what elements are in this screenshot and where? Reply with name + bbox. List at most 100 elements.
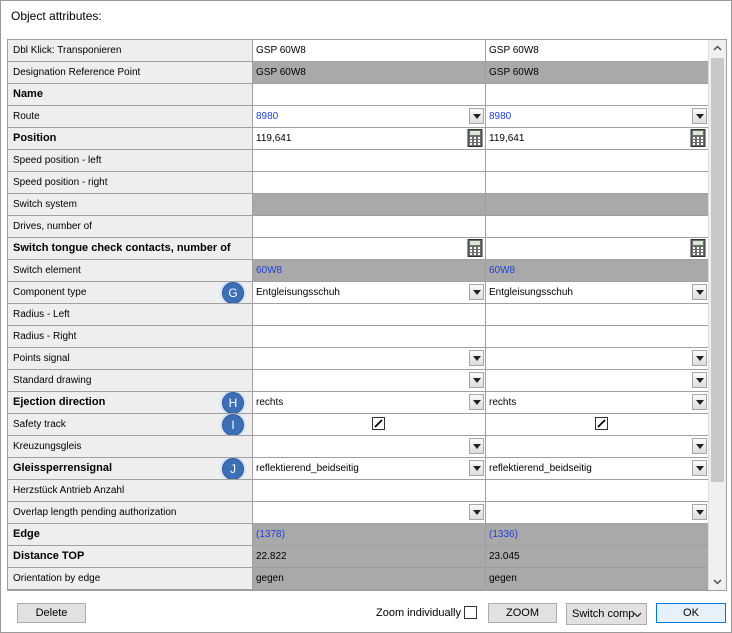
attribute-label-cell: Route [8,106,253,128]
attribute-label: Points signal [13,353,70,364]
attribute-value-cell[interactable] [253,480,486,502]
attribute-value-cell[interactable] [486,238,709,260]
attribute-row: Radius - Right [8,326,709,348]
attribute-value: reflektierend_beidseitig [489,463,592,474]
safety-track-checkbox[interactable] [372,417,385,430]
dropdown-arrow-icon [473,510,481,515]
attribute-value-cell: (1336) [486,524,709,546]
attribute-value-cell[interactable] [486,84,709,106]
dropdown-button[interactable] [692,284,707,300]
attribute-row: Standard drawing [8,370,709,392]
attribute-value-cell[interactable]: reflektierend_beidseitig [253,458,486,480]
safety-track-checkbox[interactable] [595,417,608,430]
calculator-icon[interactable] [690,129,706,147]
dropdown-button[interactable] [469,394,484,410]
attribute-value-cell[interactable] [253,84,486,106]
attribute-value-cell[interactable]: rechts [253,392,486,414]
attribute-value-cell[interactable] [253,216,486,238]
attribute-row: Distance TOP 22.822 23.045 [8,546,709,568]
attribute-value-cell [486,194,709,216]
calculator-icon[interactable] [467,129,483,147]
dropdown-button[interactable] [692,350,707,366]
attribute-value-cell[interactable] [486,436,709,458]
dropdown-button[interactable] [692,438,707,454]
dropdown-arrow-icon [696,378,704,383]
attribute-value-cell[interactable]: Entgleisungsschuh [486,282,709,304]
attribute-value-cell[interactable]: GSP 60W8 [253,40,486,62]
attribute-value-cell[interactable] [486,216,709,238]
delete-button[interactable]: Delete [17,603,86,623]
attribute-value-cell[interactable] [486,326,709,348]
dropdown-button[interactable] [692,394,707,410]
dialog-title: Object attributes: [11,9,102,23]
attribute-label: Herzstück Antrieb Anzahl [13,485,125,496]
attribute-value-cell[interactable]: rechts [486,392,709,414]
dropdown-button[interactable] [469,460,484,476]
dropdown-button[interactable] [469,284,484,300]
attribute-value-cell[interactable] [253,150,486,172]
attribute-value-cell[interactable]: 119,641 [253,128,486,150]
attribute-value-cell[interactable] [486,304,709,326]
calculator-icon[interactable] [467,239,483,257]
attribute-value-cell[interactable]: Entgleisungsschuh [253,282,486,304]
vertical-scrollbar[interactable] [708,40,726,590]
attribute-value: GSP 60W8 [256,67,306,78]
dropdown-button[interactable] [469,504,484,520]
dropdown-button[interactable] [469,438,484,454]
attribute-label-cell: Overlap length pending authorization [8,502,253,524]
scroll-down-arrow-icon[interactable] [709,573,726,590]
callout-badge: H [220,392,246,413]
attribute-label: Safety track [13,419,66,430]
attribute-value-cell[interactable] [253,172,486,194]
attribute-value-cell[interactable] [486,348,709,370]
switch-component-select[interactable]: Switch comp [566,603,647,625]
attribute-value-cell[interactable] [253,348,486,370]
attribute-value: rechts [256,397,284,408]
dropdown-arrow-icon [696,114,704,119]
attribute-value-cell[interactable]: GSP 60W8 [486,40,709,62]
attribute-value: (1378) [256,529,285,540]
attribute-row: Name [8,84,709,106]
dropdown-button[interactable] [692,460,707,476]
attribute-label-cell: Radius - Right [8,326,253,348]
dropdown-button[interactable] [692,372,707,388]
attribute-value-cell[interactable] [486,370,709,392]
attribute-value-cell[interactable] [486,172,709,194]
attribute-value-cell[interactable] [486,414,709,436]
attribute-value-cell[interactable] [486,480,709,502]
attribute-value: rechts [489,397,517,408]
zoom-individually-checkbox[interactable] [464,606,477,619]
attribute-row: Dbl Klick: Transponieren GSP 60W8 GSP 60W8 [8,40,709,62]
scroll-up-arrow-icon[interactable] [709,40,726,57]
ok-button[interactable]: OK [656,603,726,623]
attribute-value-cell[interactable]: 8980 [253,106,486,128]
attribute-value-cell[interactable] [253,502,486,524]
dropdown-button[interactable] [469,108,484,124]
attribute-label: Edge [13,528,40,540]
calculator-icon[interactable] [690,239,706,257]
attribute-value-cell[interactable] [253,436,486,458]
attribute-value-cell[interactable] [486,150,709,172]
attribute-value-cell[interactable] [253,326,486,348]
dropdown-button[interactable] [469,350,484,366]
attributes-grid: Dbl Klick: Transponieren GSP 60W8 GSP 60W8… [7,39,727,591]
zoom-button[interactable]: ZOOM [488,603,557,623]
scrollbar-thumb[interactable] [711,58,724,482]
attribute-value-cell[interactable]: 8980 [486,106,709,128]
dropdown-arrow-icon [696,444,704,449]
dropdown-button[interactable] [469,372,484,388]
attribute-value-cell[interactable] [486,502,709,524]
attribute-label-cell: Orientation by edge [8,568,253,590]
attribute-value-cell[interactable]: reflektierend_beidseitig [486,458,709,480]
attribute-value-cell[interactable]: 119,641 [486,128,709,150]
dropdown-button[interactable] [692,108,707,124]
attribute-value-cell[interactable] [253,238,486,260]
attribute-row: Designation Reference Point GSP 60W8 GSP 6… [8,62,709,84]
attribute-label-cell: Radius - Left [8,304,253,326]
dropdown-button[interactable] [692,504,707,520]
attribute-value-cell[interactable] [253,414,486,436]
attribute-label: Ejection direction [13,396,106,408]
attribute-value-cell[interactable] [253,370,486,392]
attribute-row: Edge (1378) (1336) [8,524,709,546]
attribute-value-cell[interactable] [253,304,486,326]
